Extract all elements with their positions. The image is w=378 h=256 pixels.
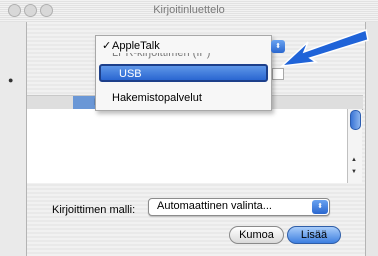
connection-type-menu[interactable]: ✓ AppleTalk LPR-kirjoittimen (IP) USB Ha…	[95, 35, 272, 111]
window-titlebar: Kirjoitinluettelo	[0, 0, 378, 23]
menu-item-lpr[interactable]: LPR-kirjoittimen (IP)	[96, 53, 271, 62]
scroll-up-icon[interactable]: ▲	[351, 157, 357, 163]
bullet-icon: ●	[8, 75, 14, 85]
menu-item-usb[interactable]: USB	[99, 64, 268, 82]
menu-item-label: LPR-kirjoittimen (IP)	[112, 53, 211, 59]
scroll-thumb[interactable]	[350, 110, 361, 130]
menu-item-label: Hakemistopalvelut	[112, 92, 202, 104]
cancel-button[interactable]: Kumoa	[229, 226, 284, 244]
menu-item-label: USB	[119, 68, 142, 80]
pointer-arrow-icon	[280, 29, 369, 67]
scroll-down-icon[interactable]: ▼	[351, 169, 357, 175]
printer-list[interactable]	[27, 109, 347, 183]
chevron-updown-icon: ⬍	[312, 200, 328, 214]
window-side-panel: ●	[0, 22, 26, 256]
menu-item-directory-services[interactable]: Hakemistopalvelut	[96, 89, 271, 107]
list-scrollbar[interactable]: ▲ ▼	[347, 109, 362, 183]
printer-model-value: Automaattinen valinta...	[157, 200, 272, 212]
window-title: Kirjoitinluettelo	[153, 4, 225, 16]
printer-model-select[interactable]: Automaattinen valinta... ⬍	[148, 198, 330, 216]
add-button[interactable]: Lisää	[287, 226, 341, 244]
printer-model-label: Kirjoittimen malli:	[52, 204, 136, 216]
